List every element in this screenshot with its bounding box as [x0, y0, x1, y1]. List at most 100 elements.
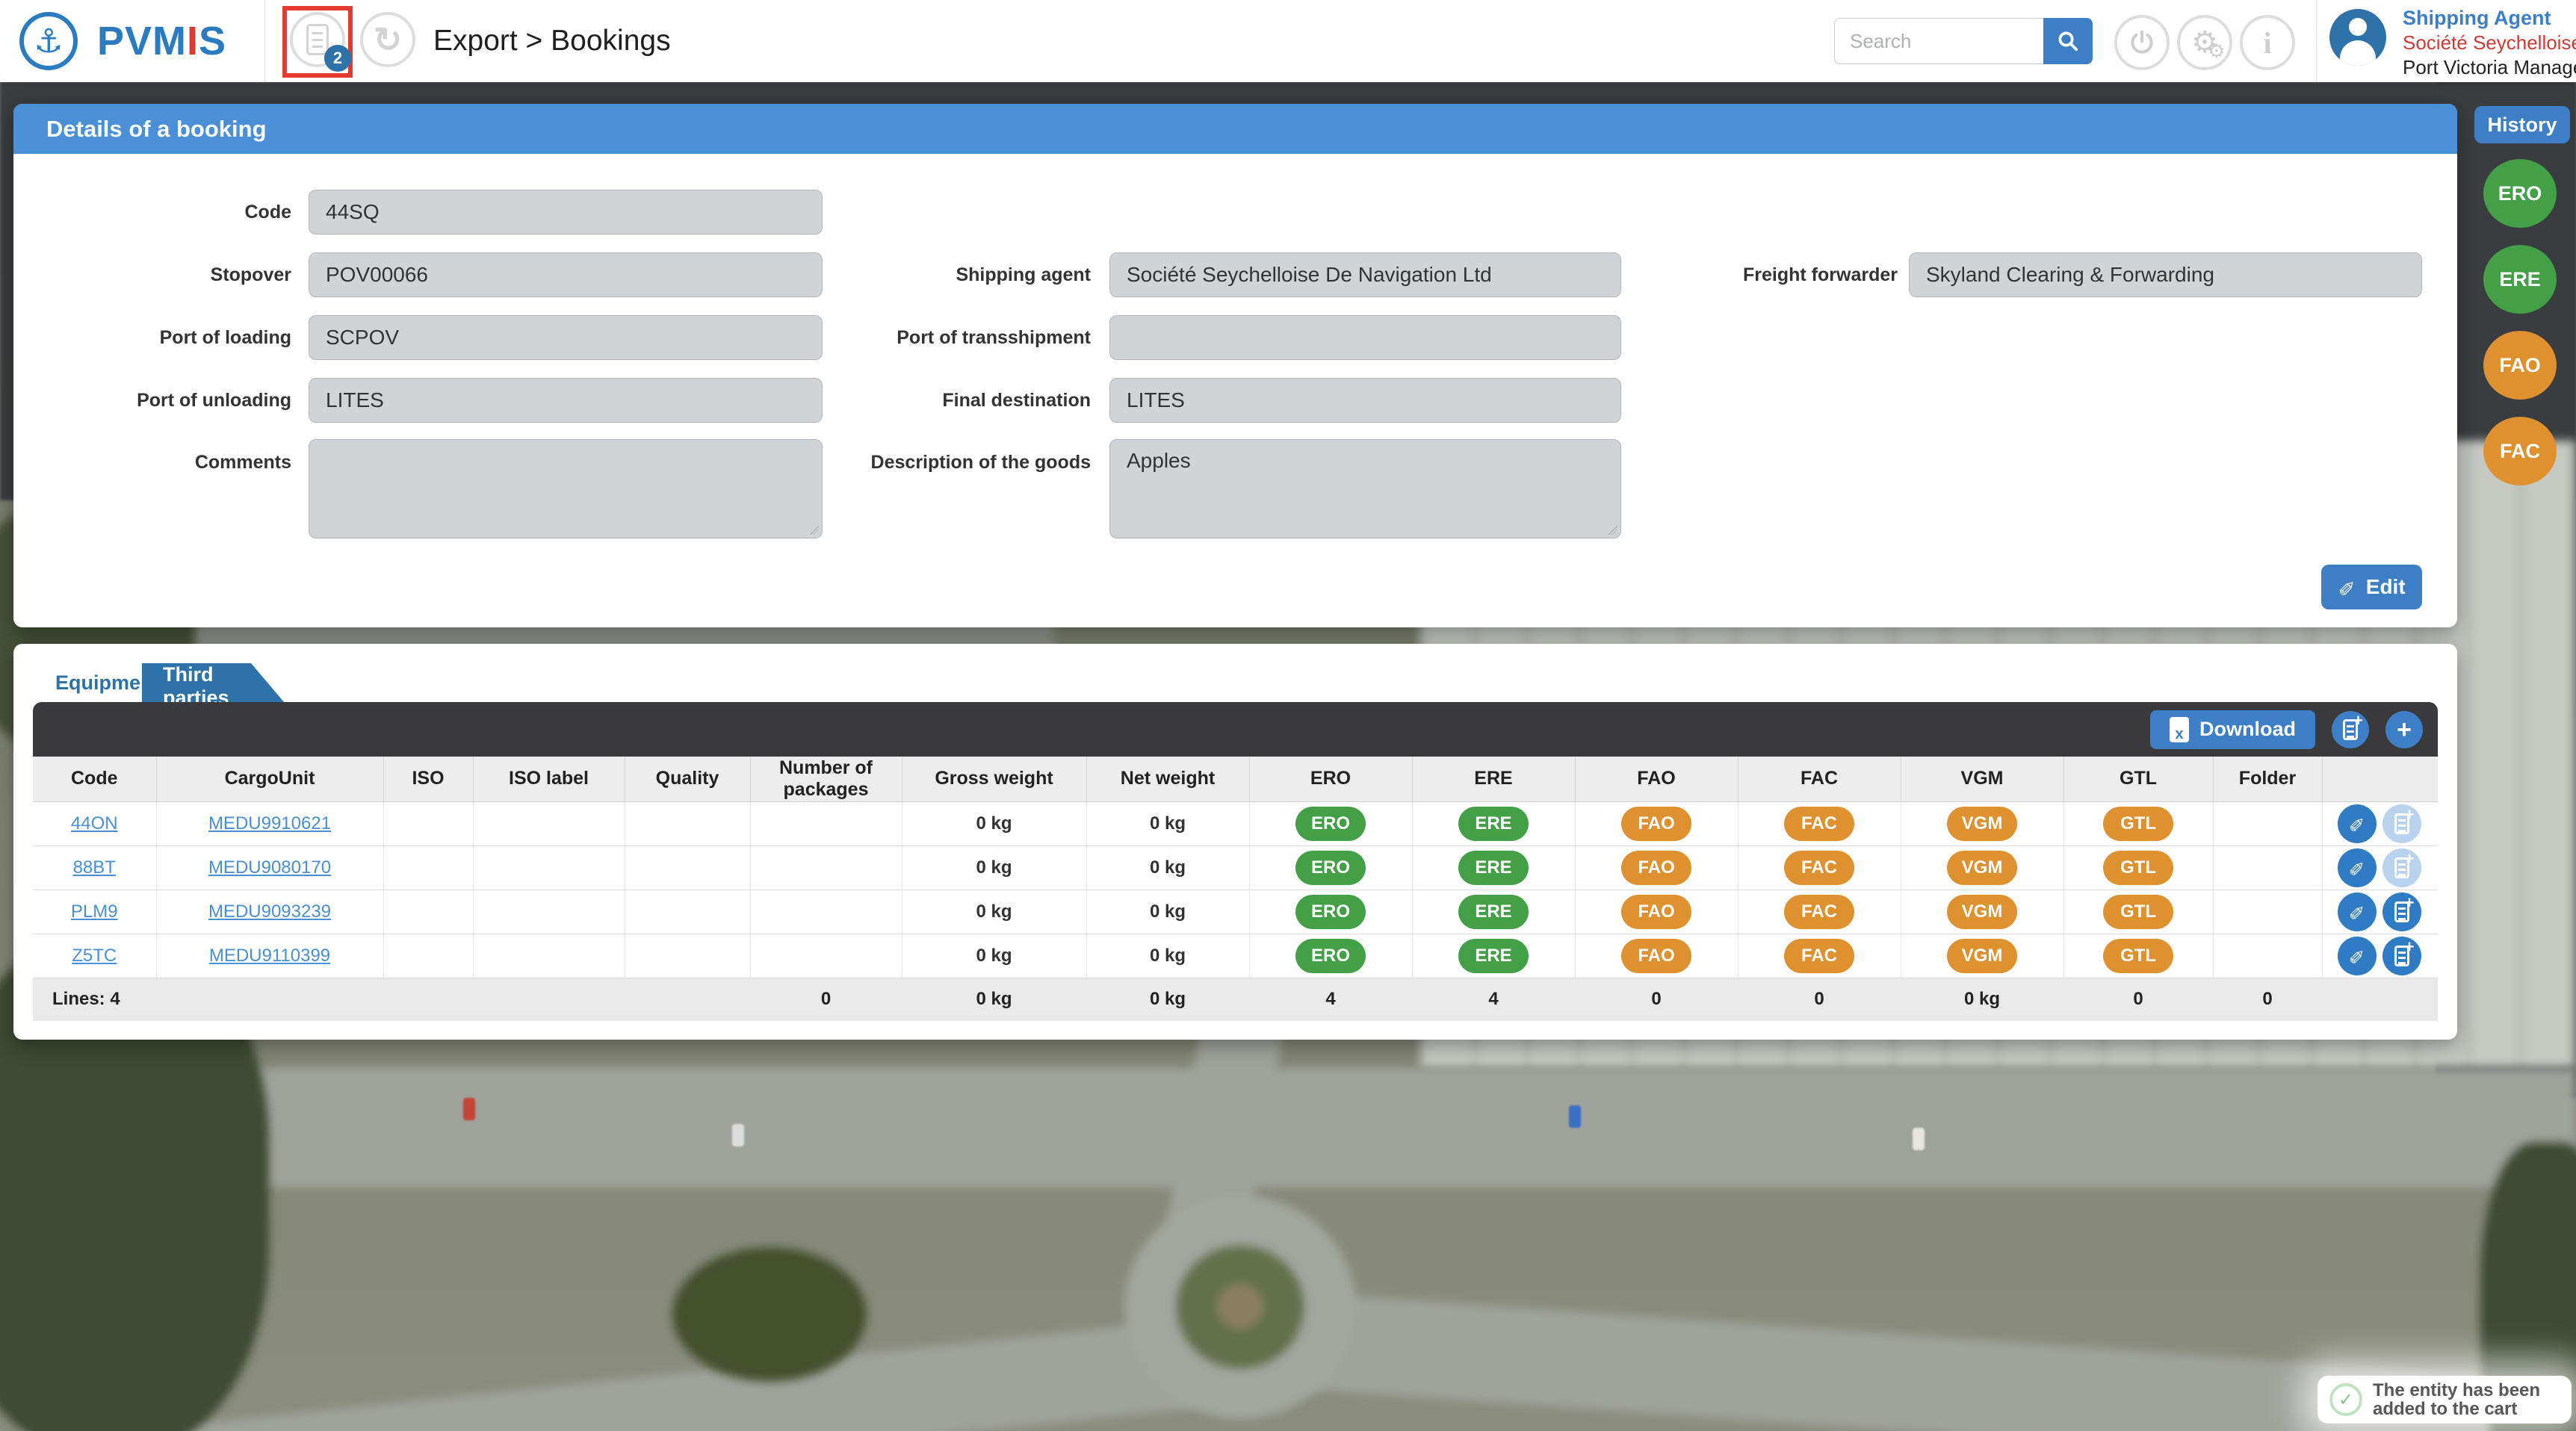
gtl-badge-button[interactable]: GTL — [2103, 851, 2173, 885]
fao-badge-button[interactable]: FAO — [1621, 939, 1691, 973]
row-edit-button[interactable]: ✎ — [2338, 804, 2377, 843]
comments-label: Comments — [40, 439, 291, 474]
row-cargounit-link[interactable]: MEDU9093239 — [208, 901, 331, 922]
comments-field[interactable] — [309, 439, 823, 538]
document-plus-icon — [2394, 901, 2409, 922]
pencil-icon: ✎ — [2349, 944, 2365, 967]
row-edit-button[interactable]: ✎ — [2338, 937, 2377, 975]
row-edit-button[interactable]: ✎ — [2338, 848, 2377, 887]
code-label: Code — [40, 190, 291, 235]
settings-button[interactable]: ⚙⚙ — [2177, 15, 2232, 70]
totals-fac: 0 — [1738, 978, 1901, 1021]
photo-roundabout-center — [1216, 1283, 1264, 1329]
side-badge-ero[interactable]: ERO — [2483, 159, 2557, 228]
freight-forwarder-label: Freight forwarder — [1642, 252, 1898, 297]
vgm-badge-button[interactable]: VGM — [1947, 851, 2018, 885]
row-add-to-cart-button[interactable] — [2383, 937, 2421, 975]
port-of-transshipment-field[interactable] — [1109, 315, 1621, 360]
download-button[interactable]: x Download — [2150, 710, 2315, 749]
search-input[interactable] — [1834, 18, 2043, 64]
row-add-to-cart-button-disabled — [2383, 848, 2421, 887]
info-button[interactable]: i — [2240, 15, 2295, 70]
row-add-to-cart-button[interactable] — [2383, 893, 2421, 931]
row-code-link[interactable]: PLM9 — [71, 901, 118, 922]
port-of-unloading-field[interactable] — [309, 378, 823, 423]
add-row-button[interactable]: + — [2385, 711, 2423, 748]
success-check-icon: ✓ — [2329, 1383, 2362, 1416]
brand-prefix: PVM — [97, 19, 187, 63]
ere-badge-button[interactable]: ERE — [1458, 851, 1529, 885]
totals-net-weight: 0 kg — [1086, 978, 1249, 1021]
final-destination-field[interactable] — [1109, 378, 1621, 423]
gtl-badge-button[interactable]: GTL — [2103, 939, 2173, 973]
row-edit-button[interactable]: ✎ — [2338, 893, 2377, 931]
shipping-agent-field[interactable] — [1109, 252, 1621, 297]
document-plus-icon — [2394, 946, 2409, 966]
description-of-goods-label: Description of the goods — [835, 439, 1091, 474]
tab-third-parties[interactable]: Third parties — [142, 663, 284, 702]
add-all-to-cart-button[interactable] — [2332, 711, 2369, 748]
final-destination-label: Final destination — [835, 378, 1091, 423]
ero-badge-button[interactable]: ERO — [1295, 895, 1366, 929]
col-fao: FAO — [1575, 757, 1738, 801]
freight-forwarder-field[interactable] — [1909, 252, 2422, 297]
fac-badge-button[interactable]: FAC — [1784, 895, 1854, 929]
ere-badge-button[interactable]: ERE — [1458, 939, 1529, 973]
app-window: ⚓ PVMIS 2 ↻ Export > Bookings — [0, 0, 2576, 1431]
fao-badge-button[interactable]: FAO — [1621, 851, 1691, 885]
gtl-badge-button[interactable]: GTL — [2103, 807, 2173, 841]
row-cargounit-link[interactable]: MEDU9110399 — [209, 946, 330, 966]
fao-badge-button[interactable]: FAO — [1621, 895, 1691, 929]
ero-badge-button[interactable]: ERO — [1295, 939, 1366, 973]
gtl-badge-button[interactable]: GTL — [2103, 895, 2173, 929]
side-badge-fac[interactable]: FAC — [2483, 417, 2557, 485]
brand-logo: ⚓ — [19, 12, 78, 70]
cell-net-weight: 0 kg — [1086, 934, 1249, 978]
header-divider — [2316, 0, 2317, 82]
fac-badge-button[interactable]: FAC — [1784, 851, 1854, 885]
search-button[interactable] — [2043, 18, 2093, 64]
pencil-icon: ✎ — [2349, 812, 2365, 835]
cart-document-icon — [306, 24, 329, 55]
col-ero: ERO — [1249, 757, 1412, 801]
row-code-link[interactable]: 88BT — [73, 857, 116, 878]
vgm-badge-button[interactable]: VGM — [1947, 939, 2018, 973]
logout-button[interactable] — [2114, 15, 2170, 70]
col-folder: Folder — [2213, 757, 2322, 801]
totals-ero: 4 — [1249, 978, 1412, 1021]
fac-badge-button[interactable]: FAC — [1784, 939, 1854, 973]
ero-badge-button[interactable]: ERO — [1295, 851, 1366, 885]
header-divider — [264, 0, 265, 82]
col-ere: ERE — [1412, 757, 1575, 801]
description-of-goods-field[interactable]: Apples — [1109, 439, 1621, 538]
row-cargounit-link[interactable]: MEDU9910621 — [208, 813, 331, 834]
cell-number-of-packages — [750, 845, 902, 890]
totals-lines: Lines: 4 — [33, 978, 383, 1021]
row-cargounit-link[interactable]: MEDU9080170 — [208, 857, 331, 878]
edit-button[interactable]: ✎ Edit — [2321, 565, 2422, 609]
ero-badge-button[interactable]: ERO — [1295, 807, 1366, 841]
ere-badge-button[interactable]: ERE — [1458, 807, 1529, 841]
cell-folder — [2213, 934, 2322, 978]
vgm-badge-button[interactable]: VGM — [1947, 895, 2018, 929]
row-code-link[interactable]: Z5TC — [72, 946, 117, 966]
totals-ere: 4 — [1412, 978, 1575, 1021]
history-button[interactable]: History — [2474, 106, 2570, 143]
side-badge-ere[interactable]: ERE — [2483, 245, 2557, 314]
code-field[interactable] — [309, 190, 823, 235]
cell-number-of-packages — [750, 801, 902, 845]
side-badge-fao[interactable]: FAO — [2483, 331, 2557, 400]
row-code-link[interactable]: 44ON — [71, 813, 118, 834]
user-avatar[interactable] — [2329, 9, 2386, 66]
photo-car — [463, 1098, 475, 1120]
breadcrumb-title: Export > Bookings — [433, 0, 671, 82]
stopover-field[interactable] — [309, 252, 823, 297]
refresh-button[interactable]: ↻ — [360, 12, 415, 67]
document-plus-icon — [2394, 857, 2409, 878]
history-button-label: History — [2487, 114, 2557, 137]
port-of-loading-field[interactable] — [309, 315, 823, 360]
ere-badge-button[interactable]: ERE — [1458, 895, 1529, 929]
fac-badge-button[interactable]: FAC — [1784, 807, 1854, 841]
vgm-badge-button[interactable]: VGM — [1947, 807, 2018, 841]
fao-badge-button[interactable]: FAO — [1621, 807, 1691, 841]
